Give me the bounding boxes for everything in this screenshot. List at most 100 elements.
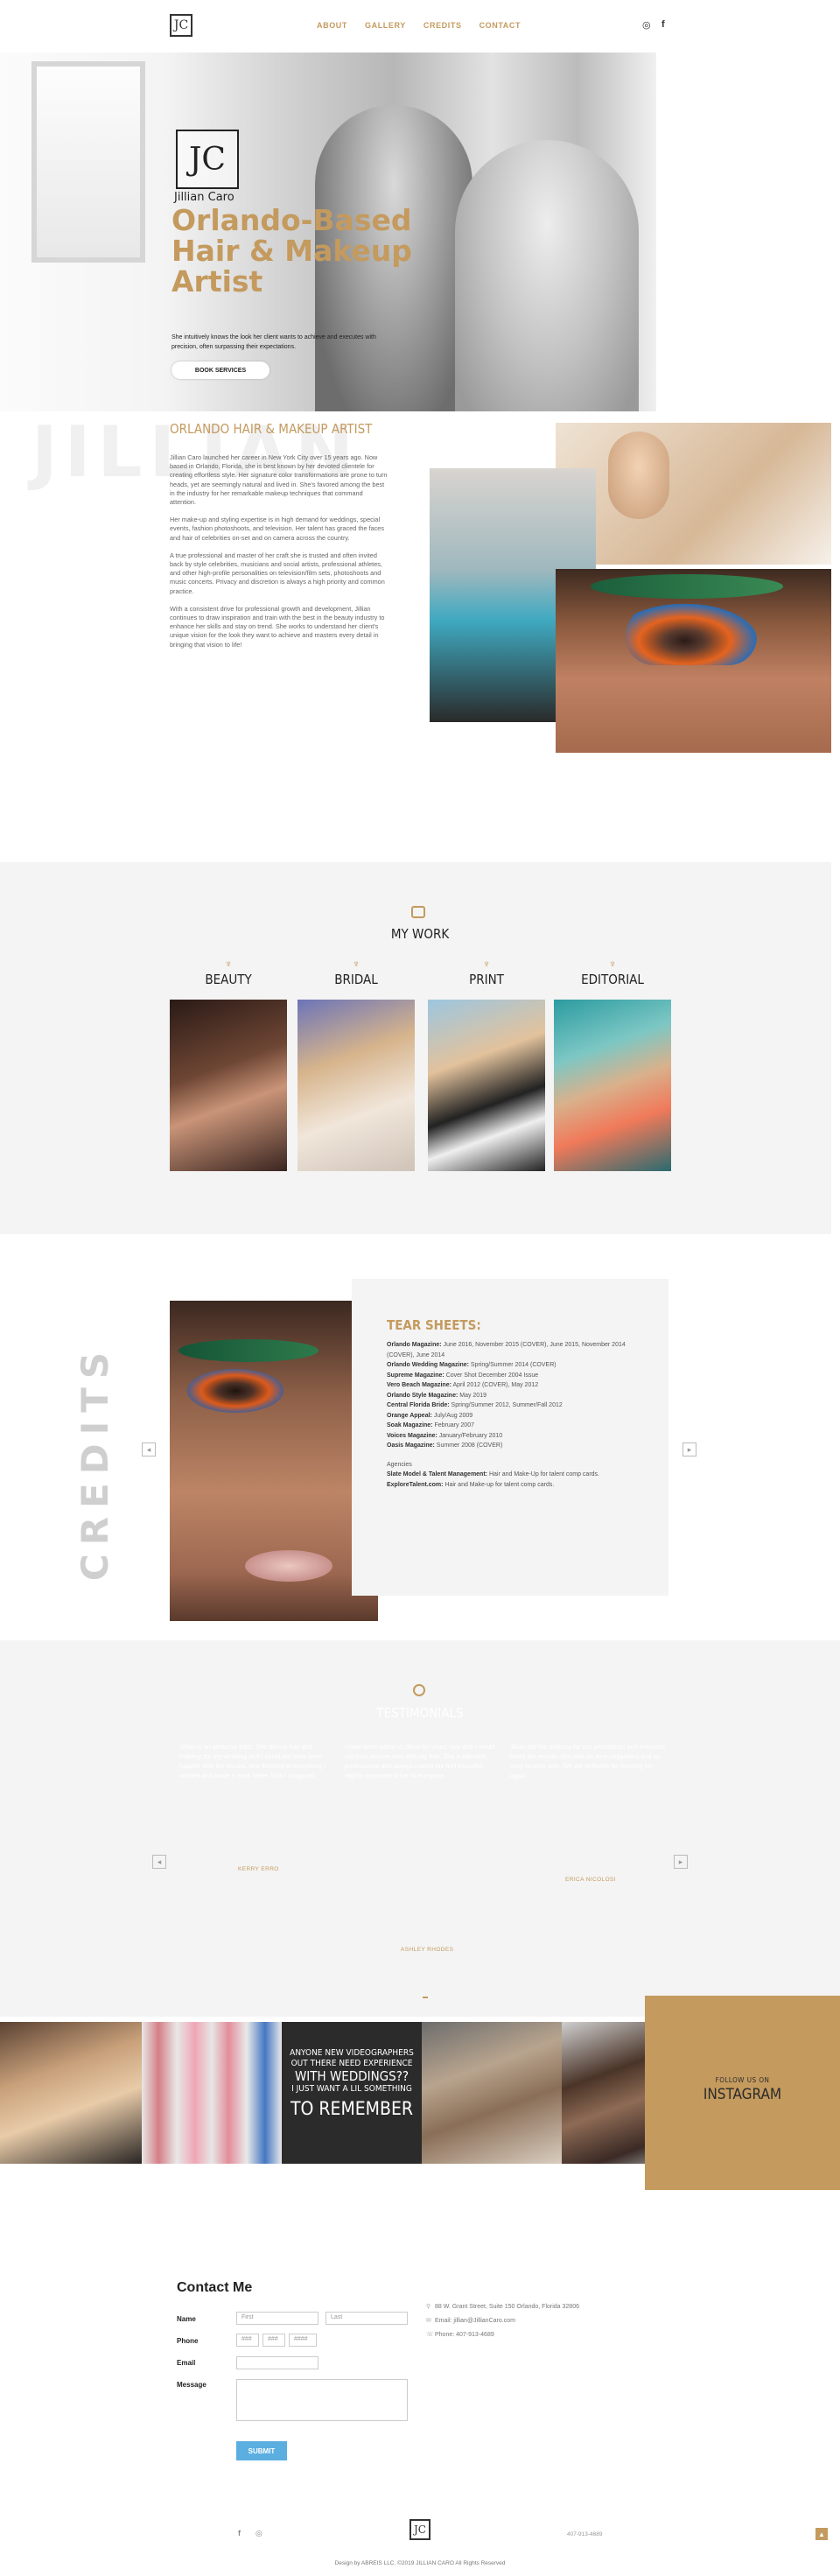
credits-ghost-text: CREDITS xyxy=(74,1343,117,1580)
category-label: PRINT xyxy=(469,972,504,987)
footer-phone[interactable]: 407-913-4689 xyxy=(567,2531,602,2537)
instagram-post[interactable] xyxy=(422,2022,562,2164)
hero-subtitle: She intuitively knows the look her clien… xyxy=(172,334,376,350)
message-textarea[interactable] xyxy=(236,2379,408,2421)
follow-instagram-panel[interactable]: FOLLOW US ON INSTAGRAM xyxy=(645,1996,840,2190)
instagram-icon[interactable]: ◎ xyxy=(642,19,651,31)
last-name-input[interactable]: Last xyxy=(326,2312,408,2325)
publication-name: Orlando Magazine: xyxy=(387,1342,442,1348)
credits-next-arrow[interactable]: ▸ xyxy=(682,1442,696,1456)
instagram-post[interactable] xyxy=(142,2022,282,2164)
testimonial-quote: I have been going to Jillian for years n… xyxy=(345,1743,495,1779)
category-label: BRIDAL xyxy=(334,972,378,987)
category-image-print[interactable] xyxy=(428,1000,545,1171)
phone-text: Phone: 407-913-4689 xyxy=(435,2332,494,2338)
category-image-beauty[interactable] xyxy=(170,1000,287,1171)
post-line: TO REMEMBER xyxy=(290,2098,414,2119)
tear-sheet-line: Soak Magazine: February 2007 xyxy=(387,1421,634,1431)
credits-photo xyxy=(170,1301,378,1621)
name-label: Name xyxy=(177,2315,196,2323)
publication-name: Vero Beach Magazine: xyxy=(387,1382,452,1388)
footer-facebook-icon[interactable]: f xyxy=(238,2529,241,2537)
email-text: Email: jillian@JillianCaro.com xyxy=(435,2318,515,2324)
tear-sheet-line: Supreme Magazine: Cover Shot December 20… xyxy=(387,1371,634,1381)
publication-issues: Spring/Summer 2012, Summer/Fall 2012 xyxy=(449,1402,563,1408)
publication-issues: Hair and Make-Up for talent comp cards. xyxy=(487,1471,599,1478)
publication-issues: July/Aug 2009 xyxy=(431,1412,473,1419)
publication-issues: April 2012 (COVER), May 2012 xyxy=(451,1382,539,1388)
category-editorial[interactable]: ♆ EDITORIAL xyxy=(554,958,671,1171)
tear-sheets-panel: TEAR SHEETS: Orlando Magazine: June 2016… xyxy=(352,1279,668,1596)
post-line: I JUST WANT A LIL SOMETHING xyxy=(291,2084,412,2094)
first-name-input[interactable]: First xyxy=(236,2312,318,2325)
category-image-editorial[interactable] xyxy=(554,1000,671,1171)
nav-about[interactable]: ABOUT xyxy=(317,21,347,30)
photo-face xyxy=(608,432,669,519)
site-header: JC ABOUT GALLERY CREDITS CONTACT ◎ f xyxy=(0,0,840,53)
nav-gallery[interactable]: GALLERY xyxy=(365,21,406,30)
testimonials-next-arrow[interactable]: ▸ xyxy=(674,1855,688,1869)
phone-prefix-input[interactable]: ### xyxy=(262,2334,285,2347)
publication-name: Supreme Magazine: xyxy=(387,1372,444,1379)
brush-icon: ♆ xyxy=(352,958,360,970)
photo-brow xyxy=(178,1339,318,1362)
hero-logo: JC xyxy=(176,130,239,189)
tear-sheet-line: Slate Model & Talent Management: Hair an… xyxy=(387,1470,634,1480)
instagram-post[interactable] xyxy=(0,2022,142,2164)
publication-name: Soak Magazine: xyxy=(387,1422,433,1428)
publication-issues: January/February 2010 xyxy=(437,1432,503,1439)
book-services-button[interactable]: BOOK SERVICES xyxy=(172,361,270,379)
post-line: ANYONE NEW VIDEOGRAPHERS xyxy=(290,2048,414,2058)
submit-button[interactable]: SUBMIT xyxy=(236,2441,287,2460)
testimonial-author: KERRY ERRO xyxy=(238,1866,279,1872)
category-image-bridal[interactable] xyxy=(298,1000,415,1171)
testimonials-prev-arrow[interactable]: ◂ xyxy=(152,1855,166,1869)
category-beauty[interactable]: ♆ BEAUTY xyxy=(170,958,287,1171)
footer-logo[interactable]: JC xyxy=(410,2519,430,2540)
footer-instagram-icon[interactable]: ◎ xyxy=(256,2529,262,2538)
facebook-icon[interactable]: f xyxy=(662,19,665,30)
phone-area-input[interactable]: ### xyxy=(236,2334,259,2347)
publication-name: Slate Model & Talent Management: xyxy=(387,1471,487,1478)
hero-window-image xyxy=(32,61,145,263)
site-logo[interactable]: JC xyxy=(170,14,192,37)
pin-icon: ⚲ xyxy=(426,2304,431,2310)
publication-name: Voices Magazine: xyxy=(387,1432,438,1439)
publication-name: Oasis Magazine: xyxy=(387,1442,435,1449)
slider-dot[interactable] xyxy=(423,1997,428,1998)
category-label: BEAUTY xyxy=(205,972,252,987)
category-bridal[interactable]: ♆ BRIDAL xyxy=(298,958,415,1171)
back-to-top-button[interactable]: ▲ xyxy=(816,2528,828,2540)
message-label: Message xyxy=(177,2381,206,2389)
testimonial-author: ASHLEY RHODES xyxy=(401,1947,454,1953)
category-print[interactable]: ♆ PRINT xyxy=(428,958,545,1171)
contact-phone[interactable]: ☏Phone: 407-913-4689 xyxy=(426,2331,494,2338)
publication-issues: Hair and Make-up for talent comp cards. xyxy=(443,1481,555,1488)
credits-prev-arrow[interactable]: ◂ xyxy=(142,1442,156,1456)
nav-contact[interactable]: CONTACT xyxy=(480,21,522,30)
nav-credits[interactable]: CREDITS xyxy=(424,21,462,30)
email-input[interactable] xyxy=(236,2356,318,2369)
publication-name: Orlando Wedding Magazine: xyxy=(387,1362,469,1368)
main-nav: ABOUT GALLERY CREDITS CONTACT xyxy=(317,21,521,30)
about-body: Jillian Caro launched her career in New … xyxy=(170,453,388,658)
publication-issues: May 2019 xyxy=(458,1392,486,1399)
tear-sheet-line: Voices Magazine: January/February 2010 xyxy=(387,1431,634,1442)
phone-line-input[interactable]: #### xyxy=(289,2334,317,2347)
agencies-label: Agencies xyxy=(387,1461,412,1468)
publication-issues: Spring/Summer 2014 (COVER) xyxy=(468,1362,556,1368)
about-photo-blonde xyxy=(556,423,831,565)
mail-icon: ✉ xyxy=(426,2318,431,2324)
tear-sheet-line: Orlando Magazine: June 2016, November 20… xyxy=(387,1340,634,1360)
tear-sheet-line: Orange Appeal: July/Aug 2009 xyxy=(387,1411,634,1421)
quote-icon xyxy=(413,1684,425,1696)
hero-client-image xyxy=(455,140,639,411)
photo-eye xyxy=(187,1369,284,1413)
publication-name: Orange Appeal: xyxy=(387,1412,432,1419)
publication-issues: February 2007 xyxy=(432,1422,474,1428)
instagram-post-text[interactable]: ANYONE NEW VIDEOGRAPHERS OUT THERE NEED … xyxy=(282,2022,422,2164)
email-label: Email xyxy=(177,2359,196,2367)
contact-email[interactable]: ✉ Email: jillian@JillianCaro.com xyxy=(426,2317,515,2324)
testimonial-quote: Jillian is an amazing artist. She did my… xyxy=(179,1743,326,1779)
testimonial-author: ERICA NICOLOSI xyxy=(565,1877,616,1883)
